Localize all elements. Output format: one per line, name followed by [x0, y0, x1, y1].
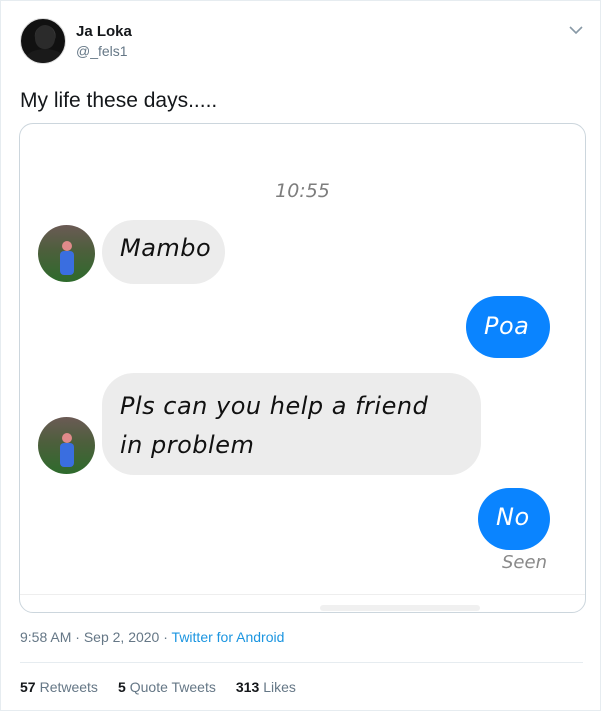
chevron-down-icon[interactable] — [567, 23, 585, 37]
tweet-media-image[interactable]: 10:55 Mambo Poa Pls can you help a frien… — [19, 123, 586, 613]
avatar-person — [60, 443, 74, 467]
tweet-source-link[interactable]: Twitter for Android — [172, 629, 285, 645]
tweet-stats: 57 Retweets 5 Quote Tweets 313 Likes — [20, 679, 296, 695]
avatar-head — [62, 241, 72, 251]
tweet-text: My life these days..... — [20, 89, 218, 112]
avatar-body — [25, 49, 65, 63]
likes-stat[interactable]: 313 Likes — [236, 679, 296, 695]
incoming-message-bubble: Mambo — [102, 220, 225, 284]
chat-timestamp: 10:55 — [275, 180, 330, 202]
meta-separator: · — [71, 629, 84, 645]
retweets-count: 57 — [20, 679, 36, 695]
tweet-date[interactable]: Sep 2, 2020 — [84, 629, 160, 645]
author-avatar[interactable] — [20, 18, 66, 64]
retweets-label: Retweets — [39, 679, 98, 695]
avatar-person — [60, 251, 74, 275]
media-footer — [20, 594, 585, 612]
chat-contact-avatar — [38, 417, 95, 474]
avatar-head — [62, 433, 72, 443]
author-handle[interactable]: @_fels1 — [76, 43, 128, 59]
seen-status: Seen — [502, 552, 547, 573]
quote-tweets-count: 5 — [117, 679, 126, 695]
quote-tweets-stat[interactable]: 5 Quote Tweets — [118, 679, 216, 695]
retweets-stat[interactable]: 57 Retweets — [20, 679, 98, 695]
chat-contact-avatar — [38, 225, 95, 282]
divider — [20, 662, 583, 663]
quote-tweets-label: Quote Tweets — [129, 679, 216, 695]
message-text: No — [496, 503, 530, 531]
tweet-time[interactable]: 9:58 AM — [20, 629, 71, 645]
tweet-card: Ja Loka @_fels1 My life these days..... … — [0, 0, 601, 711]
message-text-line: Pls can you help a friend — [120, 392, 429, 420]
author-name[interactable]: Ja Loka — [76, 23, 132, 40]
incoming-message-bubble: Pls can you help a friend in problem — [102, 373, 481, 475]
avatar-face — [35, 25, 55, 49]
meta-separator: · — [159, 629, 172, 645]
message-text: Mambo — [120, 234, 212, 262]
outgoing-message-bubble: Poa — [466, 296, 550, 358]
message-text: Poa — [484, 312, 530, 340]
likes-label: Likes — [263, 679, 296, 695]
tweet-meta: 9:58 AM · Sep 2, 2020 · Twitter for Andr… — [20, 629, 284, 645]
outgoing-message-bubble: No — [478, 488, 550, 550]
media-footer-sliver — [320, 605, 480, 611]
message-text-line: in problem — [120, 431, 255, 459]
likes-count: 313 — [235, 679, 260, 695]
